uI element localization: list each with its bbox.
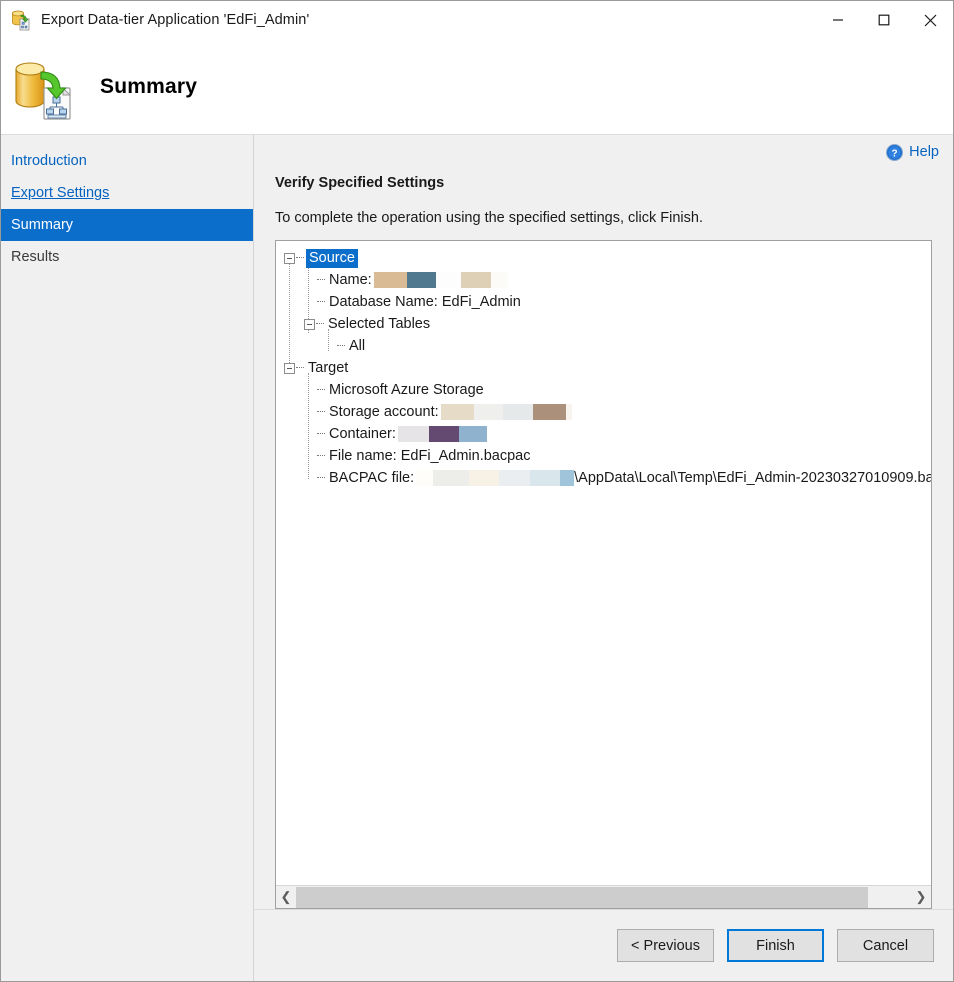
window-controls: [815, 1, 953, 39]
tree-node-value: Microsoft Azure Storage: [329, 382, 484, 398]
svg-text:?: ?: [892, 148, 898, 159]
wizard-footer: < Previous Finish Cancel: [254, 909, 953, 981]
minimize-icon[interactable]: [815, 1, 861, 39]
help-row: ? Help: [254, 135, 953, 169]
close-icon[interactable]: [907, 1, 953, 39]
redacted-value: [373, 272, 507, 288]
chevron-left-icon[interactable]: ❮: [276, 886, 296, 908]
tree-node-label: Storage account:: [329, 404, 439, 420]
tree-node-value: EdFi_Admin: [441, 294, 521, 310]
scrollbar-track[interactable]: [296, 886, 911, 908]
tree-connector: [317, 379, 327, 401]
tree-connector: [337, 335, 347, 357]
window-title: Export Data-tier Application 'EdFi_Admin…: [41, 12, 310, 28]
tree-connector: [296, 247, 306, 269]
sidebar-item-results[interactable]: Results: [1, 241, 253, 273]
tree-connector: [317, 445, 327, 467]
sidebar-item-summary[interactable]: Summary: [1, 209, 253, 241]
settings-tree[interactable]: Source Name: Database Name: EdFi_Admin S…: [276, 241, 931, 885]
tree-node-label: File name:: [329, 448, 397, 464]
redacted-value: [397, 426, 487, 442]
collapse-toggle-icon[interactable]: [304, 318, 315, 330]
tree-connector: [316, 313, 326, 335]
tree-node-file-name[interactable]: File name: EdFi_Admin.bacpac: [284, 445, 931, 467]
tree-node-value: \AppData\Local\Temp\EdFi_Admin-202303270…: [574, 470, 931, 486]
main-pane: ? Help Verify Specified Settings To comp…: [254, 134, 953, 981]
settings-tree-panel: Source Name: Database Name: EdFi_Admin S…: [275, 240, 932, 909]
previous-button[interactable]: < Previous: [617, 929, 714, 962]
tree-connector: [296, 357, 306, 379]
tree-node-storage-account[interactable]: Storage account:: [284, 401, 931, 423]
cancel-button[interactable]: Cancel: [837, 929, 934, 962]
verify-settings-description: To complete the operation using the spec…: [275, 210, 703, 226]
tree-horizontal-scrollbar[interactable]: ❮ ❯: [276, 885, 931, 908]
maximize-icon[interactable]: [861, 1, 907, 39]
tree-node-provider[interactable]: Microsoft Azure Storage: [284, 379, 931, 401]
database-export-icon: [10, 9, 32, 31]
sidebar-item-export-settings[interactable]: Export Settings: [1, 177, 253, 209]
tree-connector: [317, 269, 327, 291]
sidebar-item-introduction[interactable]: Introduction: [1, 145, 253, 177]
collapse-toggle-icon[interactable]: [284, 362, 295, 374]
wizard-steps-sidebar: Introduction Export Settings Summary Res…: [1, 134, 254, 981]
title-bar: Export Data-tier Application 'EdFi_Admin…: [1, 1, 953, 39]
page-title: Summary: [100, 74, 198, 98]
database-to-document-icon: [11, 56, 77, 122]
tree-node-value: EdFi_Admin.bacpac: [400, 448, 531, 464]
redacted-value: [416, 470, 575, 486]
verify-settings-title: Verify Specified Settings: [275, 175, 445, 191]
tree-node-container[interactable]: Container:: [284, 423, 931, 445]
page-header: Summary: [1, 39, 953, 134]
tree-connector: [317, 401, 327, 423]
help-label: Help: [909, 144, 939, 160]
scrollbar-thumb[interactable]: [296, 886, 868, 908]
tree-node-bacpac-file[interactable]: BACPAC file: \AppData\Local\Temp\EdFi_Ad…: [284, 467, 931, 489]
tree-node-name[interactable]: Name:: [284, 269, 931, 291]
tree-connector: [317, 423, 327, 445]
tree-node-label: Selected Tables: [328, 316, 431, 332]
help-link[interactable]: ? Help: [886, 143, 939, 161]
tree-node-selected-tables[interactable]: Selected Tables: [284, 313, 931, 335]
collapse-toggle-icon[interactable]: [284, 252, 295, 264]
tree-node-label: BACPAC file:: [329, 470, 415, 486]
question-mark-icon: ?: [886, 143, 904, 161]
tree-node-label: Database Name:: [329, 294, 438, 310]
export-data-tier-application-window: Export Data-tier Application 'EdFi_Admin…: [0, 0, 954, 982]
tree-node-label: Container:: [329, 426, 396, 442]
tree-node-target[interactable]: Target: [284, 357, 931, 379]
tree-connector: [317, 467, 327, 489]
chevron-right-icon[interactable]: ❯: [911, 886, 931, 908]
tree-node-database-name[interactable]: Database Name: EdFi_Admin: [284, 291, 931, 313]
body-container: Introduction Export Settings Summary Res…: [1, 134, 953, 981]
tree-connector: [317, 291, 327, 313]
tree-node-source[interactable]: Source: [284, 247, 931, 269]
tree-node-label: Target: [308, 360, 349, 376]
pane-body: Verify Specified Settings To complete th…: [254, 169, 953, 909]
tree-node-label: Name:: [329, 272, 372, 288]
finish-button[interactable]: Finish: [727, 929, 824, 962]
tree-node-value: All: [349, 338, 366, 354]
tree-node-all[interactable]: All: [284, 335, 931, 357]
tree-node-label: Source: [306, 248, 358, 268]
redacted-value: [440, 404, 572, 420]
